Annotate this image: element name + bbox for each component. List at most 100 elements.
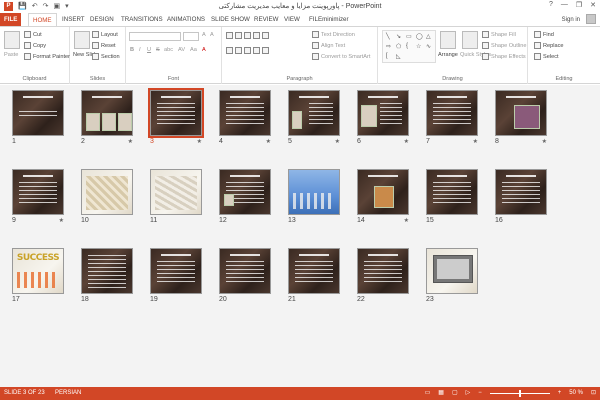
font-shrink-button[interactable]: A (210, 32, 214, 38)
cut-button[interactable]: Cut (24, 31, 42, 38)
tab-transitions[interactable]: TRANSITIONS (117, 13, 167, 26)
slide-thumbnail[interactable]: 14 ★ (357, 169, 409, 224)
quick-styles-icon[interactable] (462, 31, 478, 49)
zoom-level[interactable]: 50 % (569, 387, 583, 400)
arrange-button[interactable]: Arrange (438, 52, 458, 58)
zoom-out-icon[interactable]: − (478, 387, 482, 400)
tab-file[interactable]: FILE (0, 13, 22, 26)
sign-in-link[interactable]: Sign in (562, 17, 580, 23)
slide-thumbnail[interactable]: 19 (150, 248, 202, 303)
slide-sorter-view-icon[interactable]: ▦ (438, 387, 444, 400)
tab-animations[interactable]: ANIMATIONS (163, 13, 209, 26)
normal-view-icon[interactable]: ▭ (425, 387, 431, 400)
oval-shape-icon[interactable]: ◯ (416, 33, 423, 40)
tab-slide-show[interactable]: SLIDE SHOW (207, 13, 254, 26)
reading-view-icon[interactable]: ▢ (452, 387, 458, 400)
paste-button[interactable]: Paste (4, 52, 18, 58)
new-slide-icon[interactable] (74, 31, 90, 49)
layout-button[interactable]: Layout (92, 31, 118, 38)
slide-thumbnail[interactable]: 4 ★ (219, 90, 271, 145)
slide-thumbnail[interactable]: 11 (150, 169, 202, 224)
slide-thumbnail[interactable]: 10 (81, 169, 133, 224)
replace-button[interactable]: Replace (534, 42, 564, 49)
language-indicator[interactable]: PERSIAN (55, 387, 81, 400)
copy-button[interactable]: Copy (24, 42, 46, 49)
slide-thumbnail[interactable]: 12 (219, 169, 271, 224)
align-text-button[interactable]: Align Text (312, 42, 345, 49)
triangle-shape-icon[interactable]: △ (426, 33, 431, 40)
bracket-shape-icon[interactable]: [ (386, 53, 388, 59)
slide-thumbnail[interactable]: 7 ★ (426, 90, 478, 145)
char-spacing-button[interactable]: AV (178, 47, 185, 53)
tab-fileminimizer[interactable]: FILEminimizer (305, 13, 353, 26)
slide-thumbnail-selected[interactable]: 3 ★ (148, 88, 204, 145)
convert-smartart-button[interactable]: Convert to SmartArt (312, 53, 370, 60)
shape-effects-button[interactable]: Shape Effects (482, 53, 526, 60)
arrange-icon[interactable] (440, 31, 456, 49)
reset-button[interactable]: Reset (92, 42, 116, 49)
font-size-combo[interactable] (183, 32, 199, 41)
paste-icon[interactable] (4, 31, 20, 49)
zoom-slider-thumb[interactable] (518, 390, 521, 397)
minimize-icon[interactable]: — (561, 1, 568, 9)
italic-button[interactable]: I (139, 47, 141, 53)
slide-thumbnail[interactable]: 13 (288, 169, 340, 224)
pentagon-shape-icon[interactable]: ⬠ (396, 43, 401, 50)
tab-design[interactable]: DESIGN (86, 13, 118, 26)
slideshow-view-icon[interactable]: ▷ (466, 387, 471, 400)
slide-thumbnail[interactable]: 9 ★ (12, 169, 64, 224)
text-direction-icon (312, 31, 319, 38)
slide-thumbnail[interactable]: 21 (288, 248, 340, 303)
arrow-shape-icon[interactable]: ↘ (396, 33, 401, 40)
section-button[interactable]: Section (92, 53, 120, 60)
slide-thumbnail[interactable]: 22 (357, 248, 409, 303)
slide-thumbnail[interactable]: 16 (495, 169, 547, 224)
brace-shape-icon[interactable]: { (406, 43, 408, 49)
slide-thumbnail[interactable]: 2 ★ (81, 90, 133, 145)
slide-thumbnail[interactable]: 8 ★ (495, 90, 547, 145)
find-button[interactable]: Find (534, 31, 554, 38)
slide-thumbnail[interactable]: 5 ★ (288, 90, 340, 145)
zoom-slider[interactable] (489, 390, 550, 397)
rectangle-shape-icon[interactable]: ▭ (406, 33, 412, 40)
callout-shape-icon[interactable]: ◺ (396, 53, 401, 60)
close-icon[interactable]: ✕ (590, 1, 596, 9)
text-direction-button[interactable]: Text Direction (312, 31, 355, 38)
slide-thumbnail[interactable]: 15 (426, 169, 478, 224)
underline-button[interactable]: U (147, 47, 151, 53)
restore-icon[interactable]: ❐ (576, 1, 582, 9)
bold-button[interactable]: B (130, 47, 134, 53)
select-button[interactable]: Select (534, 53, 559, 60)
line-shape-icon[interactable]: ╲ (386, 33, 390, 40)
shape-fill-button[interactable]: Shape Fill (482, 31, 516, 38)
font-grow-button[interactable]: A (202, 32, 206, 38)
slide-thumbnail[interactable]: 20 (219, 248, 271, 303)
tab-view[interactable]: VIEW (280, 13, 304, 26)
tab-insert[interactable]: INSERT (58, 13, 89, 26)
curve-shape-icon[interactable]: ∿ (426, 43, 431, 50)
shape-outline-button[interactable]: Shape Outline (482, 42, 526, 49)
format-painter-button[interactable]: Format Painter (24, 53, 70, 60)
fit-to-window-icon[interactable]: ⊡ (591, 387, 596, 400)
bullets-button[interactable] (226, 32, 269, 39)
strikethrough-button[interactable]: S (156, 47, 160, 53)
slide-thumbnail[interactable]: SUCCESS 17 (12, 248, 64, 303)
slide-thumbnail[interactable]: 1 (12, 90, 64, 145)
slide-thumbnail[interactable]: 18 (81, 248, 133, 303)
slide-preview (288, 90, 340, 136)
shapes-gallery[interactable]: ╲ ↘ ▭ ◯ △ ⇨ ⬠ { ☆ ∿ [ ◺ (382, 30, 436, 63)
help-icon[interactable]: ? (549, 1, 553, 9)
change-case-button[interactable]: Aa (190, 47, 197, 53)
right-arrow-shape-icon[interactable]: ⇨ (386, 43, 391, 50)
slide-thumbnail[interactable]: 6 ★ (357, 90, 409, 145)
alignment-buttons[interactable] (226, 47, 269, 54)
tab-review[interactable]: REVIEW (250, 13, 282, 26)
avatar[interactable] (586, 14, 596, 24)
font-color-button[interactable]: A (202, 47, 206, 53)
slide-thumbnail[interactable]: 23 (426, 248, 478, 303)
zoom-in-icon[interactable]: + (558, 387, 562, 400)
star-shape-icon[interactable]: ☆ (416, 43, 421, 50)
shadow-button[interactable]: abc (164, 47, 173, 53)
tab-home[interactable]: HOME (28, 13, 57, 27)
font-name-combo[interactable] (129, 32, 181, 41)
